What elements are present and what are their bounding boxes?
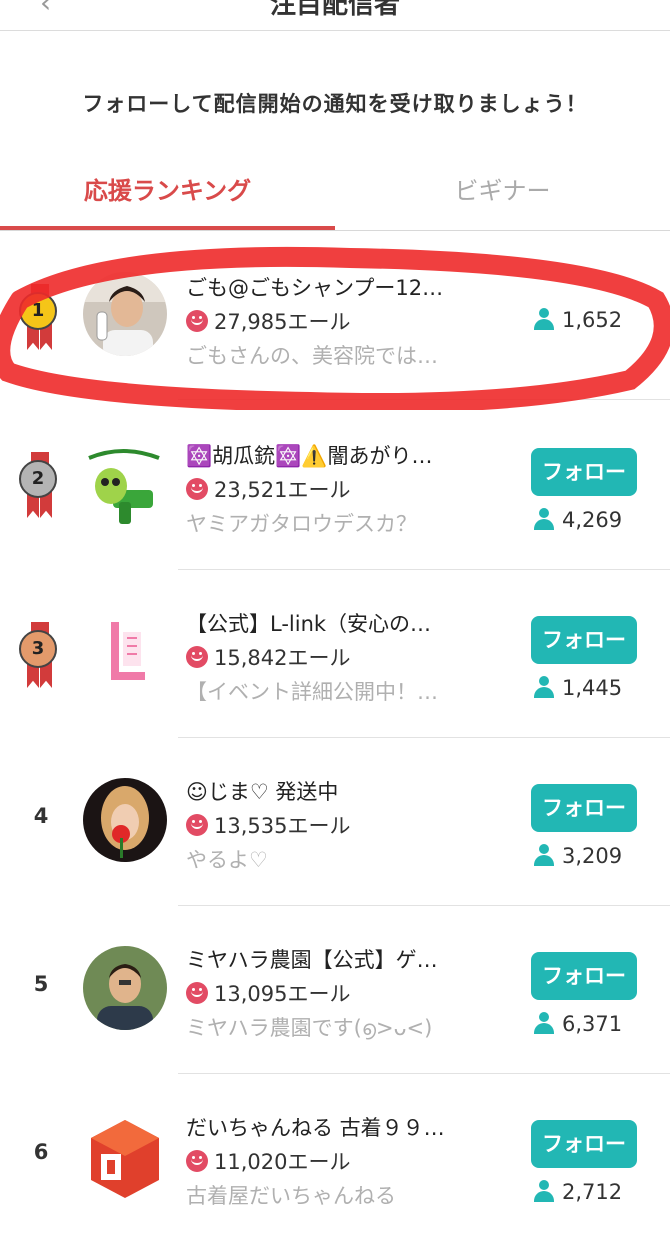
avatar[interactable]: [83, 778, 167, 862]
streamer-description: ミヤハラ農園です(൭>ᴗ<): [186, 1016, 433, 1040]
streamer-description: 古着屋だいちゃんねる ￼: [186, 1184, 403, 1208]
follower-count: 2,712: [534, 1180, 622, 1204]
ranking-row-4[interactable]: 4 ☺じま♡ 発送中 13,535エール やるよ♡ フォロー 3,209: [0, 738, 670, 906]
person-icon: [534, 844, 554, 866]
page-title: 注目配信者: [269, 0, 400, 20]
rank-number: 5: [33, 972, 49, 996]
silver-medal-icon: 2: [19, 452, 61, 522]
smile-heart-icon: [186, 982, 208, 1004]
streamer-name: 🔯胡瓜銃🔯⚠️闇あがり…: [186, 444, 433, 468]
ranking-row-1[interactable]: 1 ごも@ごもシャンプー12… 27,985エール ごもさんの、美容院では… 1…: [0, 232, 670, 400]
follower-count: 4,269: [534, 508, 622, 532]
smile-heart-icon: [186, 478, 208, 500]
ranking-row-5[interactable]: 5 ミヤハラ農園【公式】ゲ… 13,095エール ミヤハラ農園です(൭>ᴗ<) …: [0, 906, 670, 1074]
follower-count: 3,209: [534, 844, 622, 868]
streamer-description: やるよ♡: [186, 848, 268, 872]
follower-count: 6,371: [534, 1012, 622, 1036]
yell-count: 11,020エール: [186, 1146, 350, 1176]
avatar[interactable]: [83, 442, 167, 526]
person-icon: [534, 1180, 554, 1202]
streamer-name: ごも@ごもシャンプー12…: [186, 276, 444, 300]
tab-support-ranking[interactable]: 応援ランキング: [0, 162, 335, 230]
avatar[interactable]: [83, 946, 167, 1030]
follow-banner: フォローして配信開始の通知を受け取りましょう！: [82, 92, 588, 116]
follow-button[interactable]: フォロー: [531, 1120, 637, 1168]
yell-count: 23,521エール: [186, 474, 350, 504]
smile-heart-icon: [186, 310, 208, 332]
yell-count: 15,842エール: [186, 642, 350, 672]
person-icon: [534, 676, 554, 698]
yell-count: 27,985エール: [186, 306, 350, 336]
avatar[interactable]: [83, 610, 167, 694]
follow-button[interactable]: フォロー: [531, 784, 637, 832]
rank-number: 6: [33, 1140, 49, 1164]
bronze-medal-icon: 3: [19, 622, 61, 692]
ranking-row-3[interactable]: 3 【公式】L-link（安心の… 15,842エール 【イベント詳細公開中！……: [0, 570, 670, 738]
streamer-name: ミヤハラ農園【公式】ゲ…: [186, 948, 438, 972]
streamer-name: ☺じま♡ 発送中: [186, 780, 339, 804]
follow-button[interactable]: フォロー: [531, 448, 637, 496]
person-icon: [534, 508, 554, 530]
smile-heart-icon: [186, 814, 208, 836]
person-icon: [534, 308, 554, 330]
ranking-row-6[interactable]: 6 だいちゃんねる 古着９９… 11,020エール 古着屋だいちゃんねる ￼ フ…: [0, 1074, 670, 1242]
streamer-description: 【イベント詳細公開中！…: [186, 680, 438, 704]
yell-count: 13,535エール: [186, 810, 350, 840]
smile-heart-icon: [186, 1150, 208, 1172]
header: ‹ 注目配信者: [0, 0, 670, 31]
follower-count: 1,652: [534, 308, 622, 332]
rank-number: 4: [33, 804, 49, 828]
streamer-description: ヤミアガタロウデスカ？: [186, 512, 417, 536]
follower-count: 1,445: [534, 676, 622, 700]
yell-count: 13,095エール: [186, 978, 350, 1008]
follow-button[interactable]: フォロー: [531, 952, 637, 1000]
avatar[interactable]: [83, 272, 167, 356]
smile-heart-icon: [186, 646, 208, 668]
streamer-name: 【公式】L-link（安心の…: [186, 612, 432, 636]
gold-medal-icon: 1: [19, 284, 61, 354]
tab-bar: 応援ランキング ビギナー: [0, 162, 670, 231]
follow-button[interactable]: フォロー: [531, 616, 637, 664]
streamer-name: だいちゃんねる 古着９９…: [186, 1116, 445, 1140]
tab-beginner[interactable]: ビギナー: [335, 162, 670, 230]
person-icon: [534, 1012, 554, 1034]
avatar[interactable]: [83, 1114, 167, 1198]
ranking-row-2[interactable]: 2 🔯胡瓜銃🔯⚠️闇あがり… 23,521エール ヤミアガタロウデスカ？ フォロ…: [0, 402, 670, 570]
streamer-description: ごもさんの、美容院では…: [186, 344, 438, 368]
